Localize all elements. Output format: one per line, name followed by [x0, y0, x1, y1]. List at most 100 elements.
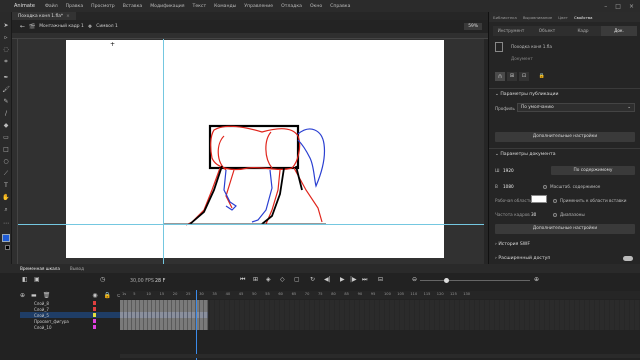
close-icon[interactable]: ×: [629, 3, 634, 10]
oval-tool-icon[interactable]: ○: [2, 158, 10, 166]
close-tab-icon[interactable]: ×: [66, 14, 70, 19]
swf-history-header[interactable]: › История SWF: [495, 242, 530, 247]
layer-color-swatch[interactable]: [93, 325, 96, 329]
menu-debug[interactable]: Отладка: [277, 4, 306, 9]
document-section-header[interactable]: ⌄ Параметры документа: [495, 152, 556, 157]
menu-insert[interactable]: Вставка: [119, 4, 146, 9]
menu-text[interactable]: Текст: [189, 4, 211, 9]
zoom-slider[interactable]: [420, 280, 530, 281]
layer-color-swatch[interactable]: [93, 319, 96, 323]
layer-color-swatch[interactable]: [93, 307, 96, 311]
menu-window[interactable]: Окно: [306, 4, 326, 9]
breadcrumb-symbol[interactable]: Символ 1: [96, 24, 118, 29]
menu-view[interactable]: Просмотр: [87, 4, 119, 9]
vertical-guide[interactable]: [163, 39, 164, 264]
pen-tool-icon[interactable]: ✒: [2, 74, 10, 82]
zoom-slider-handle[interactable]: [444, 278, 449, 283]
fps-readout[interactable]: 30,00 FPS: [130, 279, 154, 284]
frame-row[interactable]: [120, 324, 640, 330]
first-frame-icon[interactable]: ⏮: [240, 276, 245, 284]
onion-skin-icon[interactable]: ◧: [22, 276, 28, 283]
ranges-option[interactable]: Диапазоны: [553, 212, 585, 217]
document-tab[interactable]: Походка коня 1.fla* ×: [12, 12, 76, 20]
menu-modify[interactable]: Модификация: [146, 4, 188, 9]
layer-color-swatch[interactable]: [93, 301, 96, 305]
brush-tool-icon[interactable]: 🖌: [2, 86, 10, 94]
empty-frame-icon[interactable]: ▢: [294, 276, 300, 283]
tab-timeline[interactable]: Временная шкала: [20, 266, 60, 271]
menu-commands[interactable]: Команды: [210, 4, 240, 9]
subtab-frame[interactable]: Кадр: [565, 26, 601, 36]
snap-guide-icon[interactable]: ⊡: [519, 72, 529, 81]
snap-pixel-icon[interactable]: ⊞: [507, 72, 517, 81]
delete-layer-icon[interactable]: 🗑: [43, 292, 51, 299]
layer-row[interactable]: Слой_10: [20, 324, 120, 330]
play-icon[interactable]: ▶: [340, 276, 345, 283]
lock-layers-icon[interactable]: 🔒: [104, 292, 111, 299]
playhead[interactable]: [196, 290, 197, 360]
width-field[interactable]: 1920: [503, 168, 514, 173]
stroke-color-swatch[interactable]: [5, 245, 10, 250]
eyedropper-icon[interactable]: ⟋: [2, 170, 10, 178]
new-layer-icon[interactable]: ⊕: [20, 292, 25, 299]
pencil-tool-icon[interactable]: ✎: [2, 98, 10, 106]
tab-properties[interactable]: Свойства: [574, 15, 593, 20]
menu-help[interactable]: Справка: [326, 4, 354, 9]
tab-library[interactable]: Библиотека: [493, 15, 517, 20]
scale-content-option[interactable]: Масштаб. содержимое: [543, 184, 600, 189]
step-back-icon[interactable]: ◀|: [324, 276, 331, 283]
timeline-scrollbar[interactable]: [120, 354, 640, 358]
frame-grid[interactable]: [120, 300, 640, 332]
maximize-icon[interactable]: □: [615, 3, 621, 10]
tab-output[interactable]: Вывод: [70, 266, 84, 271]
loop-icon[interactable]: ↻: [310, 276, 315, 283]
fill-color-swatch[interactable]: [2, 234, 10, 242]
snap-object-icon[interactable]: ∩: [495, 72, 505, 81]
insert-frame-icon[interactable]: ⊞: [253, 276, 258, 283]
hand-tool-icon[interactable]: ✋: [2, 194, 10, 202]
lock-icon[interactable]: 🔒: [537, 72, 547, 81]
text-tool-icon[interactable]: T: [2, 182, 10, 190]
visibility-icon[interactable]: ◉: [92, 292, 97, 299]
selection-tool-icon[interactable]: ➤: [2, 22, 10, 30]
publish-section-header[interactable]: ⌄ Параметры публикации: [495, 92, 558, 97]
step-forward-icon[interactable]: |▶: [350, 276, 357, 283]
horse-drawing[interactable]: +: [66, 40, 444, 258]
extended-access-toggle[interactable]: [623, 256, 633, 261]
camera-icon[interactable]: ▣: [34, 276, 40, 283]
clock-icon[interactable]: ◷: [100, 276, 105, 283]
pasteboard[interactable]: +: [18, 39, 488, 264]
subtab-object[interactable]: Объект: [529, 26, 565, 36]
zoom-in-icon[interactable]: ⊕: [534, 276, 539, 283]
fit-content-button[interactable]: По содержимому: [551, 166, 635, 175]
eraser-tool-icon[interactable]: ▭: [2, 134, 10, 142]
frame-span[interactable]: [120, 324, 208, 330]
height-field[interactable]: 1080: [503, 184, 514, 189]
zoom-out-icon[interactable]: ⊖: [412, 276, 417, 283]
back-arrow-icon[interactable]: ←: [20, 23, 25, 30]
lasso-tool-icon[interactable]: ◌: [2, 46, 10, 54]
tab-align[interactable]: Выравнивание: [523, 15, 552, 20]
subselection-tool-icon[interactable]: ▹: [2, 34, 10, 42]
stage-color-swatch[interactable]: [531, 195, 547, 203]
horizontal-guide[interactable]: [18, 224, 488, 225]
line-tool-icon[interactable]: /: [2, 110, 10, 118]
extended-access-header[interactable]: › Расширенный доступ: [495, 256, 550, 261]
menu-file[interactable]: Файл: [41, 4, 62, 9]
current-frame[interactable]: 28 F: [155, 279, 165, 284]
profile-select[interactable]: По умолчанию ⌄: [517, 103, 635, 112]
keyframe-icon[interactable]: ◈: [266, 276, 271, 283]
minimize-icon[interactable]: –: [604, 3, 607, 10]
blank-keyframe-icon[interactable]: ◇: [280, 276, 285, 283]
more-tools-icon[interactable]: ⋯: [2, 220, 10, 228]
more-settings-button[interactable]: Дополнительные настройки: [495, 132, 635, 142]
paint-bucket-icon[interactable]: ◆: [2, 122, 10, 130]
menu-control[interactable]: Управление: [240, 4, 277, 9]
zoom-select[interactable]: 59%: [464, 23, 482, 30]
subtab-document[interactable]: Док.: [601, 26, 637, 36]
menu-edit[interactable]: Правка: [62, 4, 87, 9]
layer-color-swatch[interactable]: [93, 313, 96, 317]
fps-field[interactable]: 30: [531, 212, 536, 217]
breadcrumb-scene[interactable]: Монтажный кадр 1: [39, 24, 84, 29]
rectangle-tool-icon[interactable]: □: [2, 146, 10, 154]
